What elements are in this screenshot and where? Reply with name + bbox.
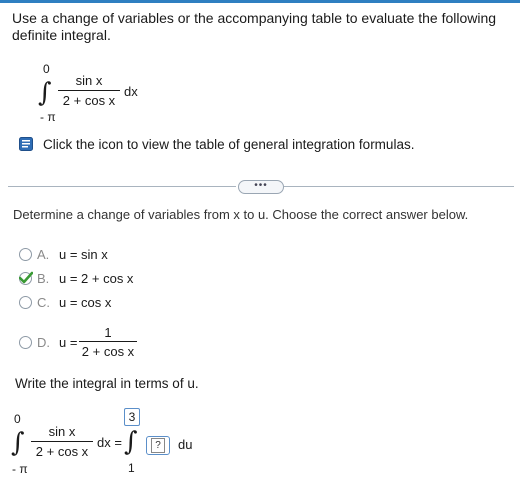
integral-differential: dx (124, 84, 138, 99)
question-text: Use a change of variables or the accompa… (12, 10, 497, 43)
top-accent-bar (0, 0, 520, 3)
right-integral-sign: ∫ (124, 427, 138, 457)
hint-text: Click the icon to view the table of gene… (43, 137, 415, 152)
divider-left (8, 186, 236, 187)
option-c-letter: C. (37, 295, 50, 310)
integrand-answer-box[interactable]: ? (146, 436, 170, 455)
integral-lower-limit: - π (40, 110, 56, 124)
option-c-value: u = cos x (59, 295, 112, 310)
fraction-bar (58, 90, 120, 91)
left-differential: dx = (97, 435, 122, 450)
integral-upper-limit: 0 (43, 62, 50, 76)
left-numerator: sin x (48, 424, 76, 439)
checkmark-icon (19, 271, 33, 284)
right-differential: du (178, 437, 193, 452)
left-upper-limit: 0 (14, 412, 21, 426)
formula-table-icon[interactable] (19, 137, 34, 151)
integrand-denominator: 2 + cos x (62, 93, 116, 108)
option-d-denominator: 2 + cos x (81, 344, 135, 359)
part1-instruction: Determine a change of variables from x t… (13, 207, 469, 222)
option-a-value: u = sin x (59, 247, 108, 262)
option-d-numerator: 1 (104, 325, 112, 340)
option-b-letter: B. (37, 271, 50, 286)
option-a-letter: A. (37, 247, 50, 262)
option-a-radio[interactable] (19, 248, 32, 261)
left-denominator: 2 + cos x (35, 444, 89, 459)
expand-button[interactable]: ••• (238, 180, 284, 194)
integrand-numerator: sin x (75, 73, 103, 88)
part2-instruction: Write the integral in terms of u. (15, 376, 199, 391)
option-d-radio[interactable] (19, 336, 32, 349)
right-lower-limit: 1 (128, 461, 135, 475)
left-lower-limit: - π (12, 462, 28, 476)
option-b-value: u = 2 + cos x (59, 271, 134, 286)
left-fraction-bar (31, 441, 93, 442)
option-d-prefix: u = (59, 335, 78, 350)
integral-sign: ∫ (38, 78, 52, 108)
upper-limit-input[interactable]: 3 (124, 408, 140, 426)
option-d-letter: D. (37, 335, 50, 350)
option-d-fraction-bar (79, 341, 137, 342)
left-integral-sign: ∫ (11, 428, 25, 458)
placeholder-icon: ? (151, 438, 165, 453)
option-c-radio[interactable] (19, 296, 32, 309)
divider-right (284, 186, 514, 187)
